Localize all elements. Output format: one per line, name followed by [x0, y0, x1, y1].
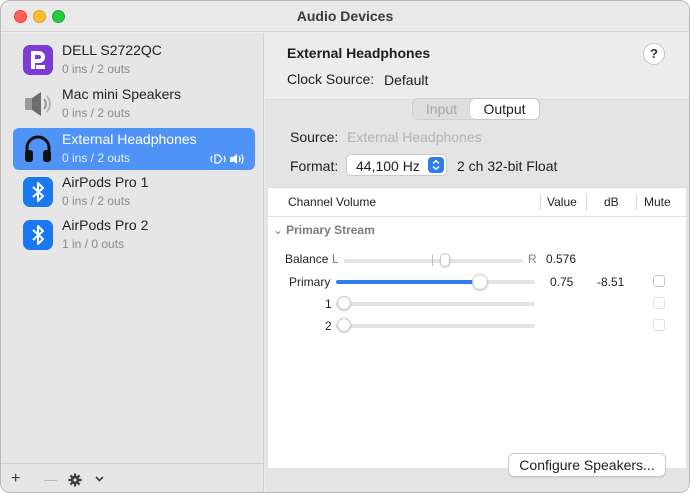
source-value: External Headphones	[347, 129, 482, 145]
speaker-icon	[25, 92, 51, 116]
channel-1-volume-track[interactable]	[336, 302, 535, 306]
column-header-db: dB	[604, 195, 619, 209]
channel-2-label: 2	[325, 319, 332, 333]
channel-1-label: 1	[325, 297, 332, 311]
remove-device-button[interactable]: —	[44, 472, 57, 487]
primary-volume-fill	[336, 280, 480, 284]
channel-2-volume-track[interactable]	[336, 324, 535, 328]
channel-volume-table: Channel Volume Value dB Mute ⌄ Primary St…	[268, 187, 686, 468]
configure-speakers-button[interactable]: Configure Speakers...	[508, 453, 666, 477]
device-io: 0 ins / 2 outs	[62, 62, 131, 76]
primary-stream-group[interactable]: ⌄ Primary Stream	[273, 223, 375, 237]
column-header-mute: Mute	[644, 195, 671, 209]
format-label: Format:	[290, 158, 339, 174]
primary-mute-checkbox[interactable]	[653, 275, 665, 287]
device-io: 1 in / 0 outs	[62, 237, 125, 251]
default-device-badges	[209, 152, 247, 166]
clock-source-label: Clock Source:	[287, 71, 375, 87]
format-channels: 2 ch 32-bit Float	[457, 158, 558, 174]
primary-db: -8.51	[597, 275, 625, 289]
channel-1-volume-knob[interactable]	[337, 296, 351, 310]
sidebar-toolbar: + —	[1, 463, 264, 492]
channel-2-volume-knob[interactable]	[337, 318, 351, 332]
device-io: 0 ins / 2 outs	[62, 194, 131, 208]
channel-1-mute-checkbox[interactable]	[653, 297, 665, 309]
bluetooth-icon	[23, 177, 53, 207]
stream-label: Primary Stream	[286, 223, 375, 237]
device-item-dell[interactable]: DELL S2722QC 0 ins / 2 outs	[13, 39, 255, 81]
balance-slider-knob[interactable]	[440, 253, 450, 267]
device-title: External Headphones	[287, 45, 431, 61]
device-item-mac-mini-speakers[interactable]: Mac mini Speakers 0 ins / 2 outs	[13, 83, 255, 125]
popup-arrows-icon	[428, 157, 444, 173]
device-io: 0 ins / 2 outs	[62, 151, 131, 165]
clock-source-value[interactable]: Default	[384, 72, 428, 88]
primary-volume-knob[interactable]	[472, 274, 488, 290]
chevron-down-icon[interactable]	[95, 476, 104, 482]
balance-value: 0.576	[546, 252, 577, 266]
device-item-airpods-pro-1[interactable]: AirPods Pro 1 0 ins / 2 outs	[13, 171, 255, 213]
device-detail-panel: External Headphones ? Clock Source: Defa…	[265, 33, 689, 492]
add-device-button[interactable]: +	[11, 470, 20, 488]
headphones-icon	[25, 135, 51, 162]
primary-value: 0.75	[550, 275, 574, 289]
help-button[interactable]: ?	[643, 43, 665, 65]
chevron-down-icon: ⌄	[273, 223, 284, 237]
window-title: Audio Devices	[296, 8, 394, 24]
input-output-segmented-control: Input Output	[412, 98, 540, 120]
device-io: 0 ins / 2 outs	[62, 106, 131, 120]
column-header-value: Value	[547, 195, 577, 209]
gear-icon[interactable]	[68, 473, 82, 487]
device-name: AirPods Pro 2	[62, 217, 149, 233]
title-bar: Audio Devices	[1, 1, 689, 32]
default-output-speaker-icon	[230, 154, 244, 164]
balance-right-label: R	[528, 252, 537, 266]
tab-output[interactable]: Output	[470, 99, 539, 119]
column-header-channel-volume: Channel Volume	[288, 195, 377, 209]
system-alert-device-icon	[210, 154, 226, 164]
device-name: Mac mini Speakers	[62, 86, 182, 102]
device-name: External Headphones	[62, 131, 197, 147]
device-item-airpods-pro-2[interactable]: AirPods Pro 2 1 in / 0 outs	[13, 214, 255, 256]
device-item-external-headphones[interactable]: External Headphones 0 ins / 2 outs	[13, 128, 255, 170]
device-name: AirPods Pro 1	[62, 174, 149, 190]
device-list: DELL S2722QC 0 ins / 2 outs Mac mini Spe…	[1, 33, 264, 463]
bluetooth-icon	[23, 220, 53, 250]
balance-left-label: L	[332, 252, 339, 266]
balance-slider-track[interactable]	[344, 259, 523, 263]
sample-rate-select[interactable]: 44,100 Hz	[346, 154, 447, 176]
tab-input[interactable]: Input	[413, 99, 470, 119]
source-label: Source:	[290, 129, 339, 145]
device-name: DELL S2722QC	[62, 42, 162, 58]
dell-display-icon	[23, 45, 53, 75]
channel-2-mute-checkbox[interactable]	[653, 319, 665, 331]
balance-label: Balance	[285, 252, 329, 266]
sample-rate-value: 44,100 Hz	[356, 158, 420, 174]
audio-devices-window: Audio Devices DELL S2722QC 0 ins / 2 out…	[0, 0, 690, 493]
primary-label: Primary	[289, 275, 331, 289]
